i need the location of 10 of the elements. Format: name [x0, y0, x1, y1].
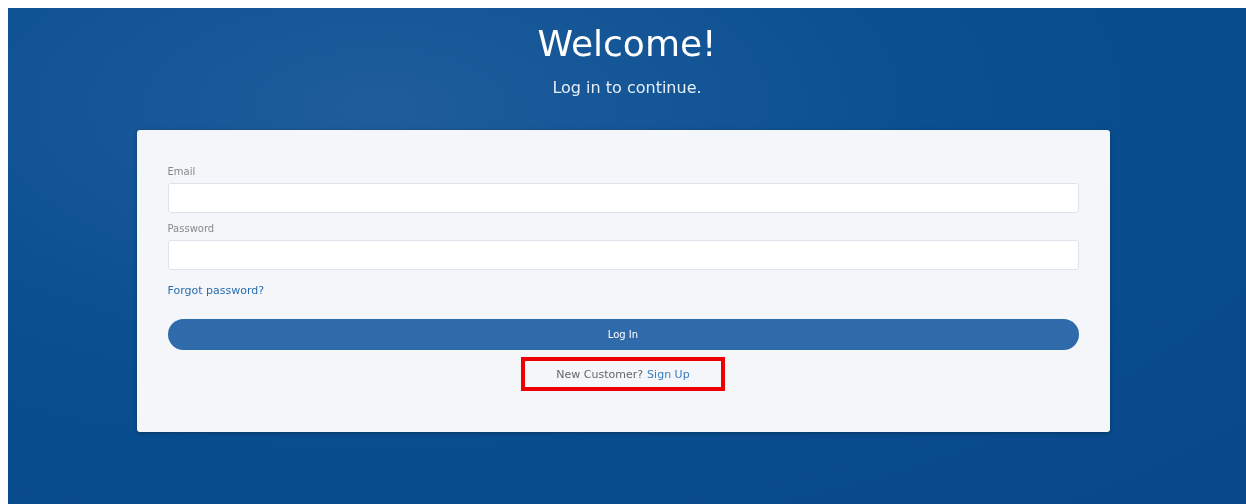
field-label: Email [167, 166, 196, 177]
input-field[interactable] [167, 240, 1079, 270]
sign-up-link[interactable]: Sign Up [647, 367, 690, 381]
subtitle: Log in to continue. [552, 78, 702, 97]
field-label: Password [167, 223, 215, 234]
input-field[interactable] [167, 183, 1079, 213]
login-button[interactable]: Log In [167, 319, 1079, 350]
signup-prompt: New Customer? [556, 367, 644, 381]
welcome-title: Welcome! [537, 22, 717, 66]
forgot-password-link[interactable]: Forgot password? [167, 284, 265, 297]
